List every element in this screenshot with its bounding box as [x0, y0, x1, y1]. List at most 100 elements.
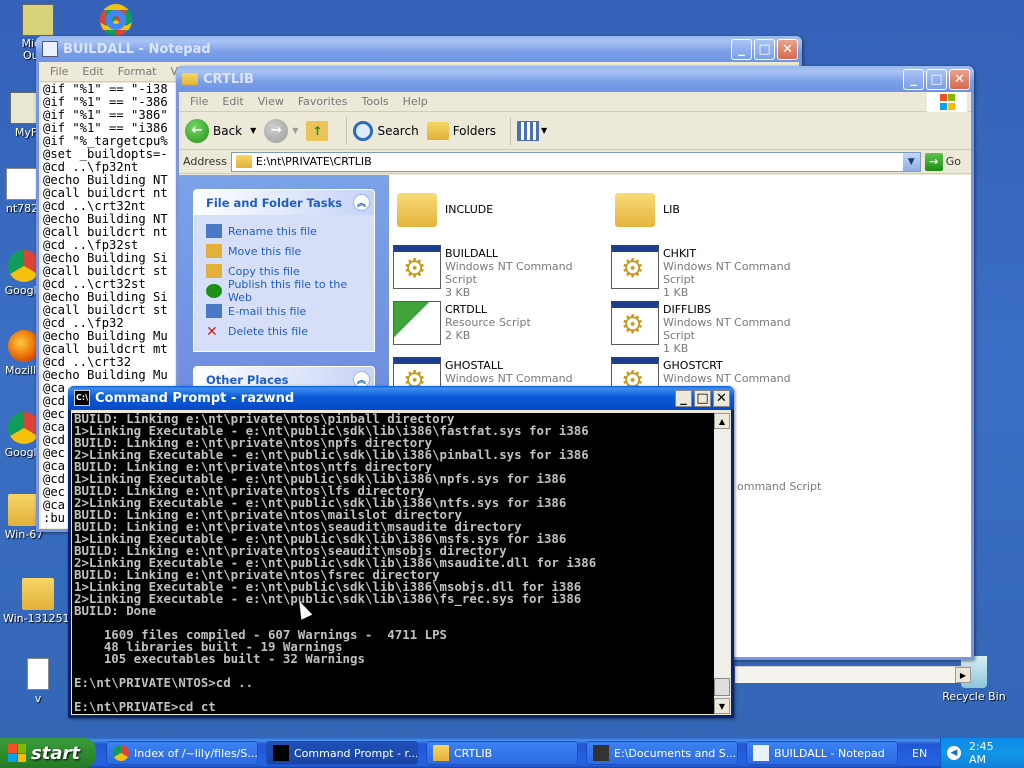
forward-button[interactable]: → ▼	[264, 118, 298, 143]
delete-icon: ✕	[206, 324, 218, 340]
file-type: Resource Script	[445, 316, 531, 329]
task-link[interactable]: E-mail this file	[206, 301, 364, 321]
file-item[interactable]: CHKITWindows NT Command Script1 KB	[611, 245, 821, 299]
system-tray: ◀ 2:45 AM	[940, 738, 1024, 768]
chevron-down-icon[interactable]: ▼	[292, 126, 298, 135]
folder-icon	[615, 193, 655, 227]
file-info: CHKIT Windows NT Command Script 1 KB	[663, 245, 821, 299]
file-item[interactable]: CRTDLL Resource Script 2 KB	[393, 301, 603, 351]
language-indicator[interactable]: EN	[912, 747, 938, 760]
maximize-button[interactable]: □	[694, 389, 711, 407]
go-button[interactable]: Go	[946, 155, 961, 168]
folders-icon	[426, 121, 449, 140]
menu-file[interactable]: File	[43, 65, 75, 78]
views-icon	[517, 120, 540, 141]
tasks-header[interactable]: File and Folder Tasks ︽	[194, 190, 374, 215]
address-input[interactable]: E:\nt\PRIVATE\CRTLIB ▼	[230, 151, 921, 172]
explorer-menubar: File Edit View Favorites Tools Help	[179, 92, 971, 112]
up-button[interactable]: ↑	[306, 120, 332, 141]
document-icon	[6, 168, 38, 200]
file-type: Windows NT Command Script	[663, 260, 791, 286]
command-script-icon	[611, 301, 659, 345]
start-button[interactable]: start	[0, 738, 96, 768]
explorer-toolbar: ← Back ▼ → ▼ ↑ Search Folders ▼	[179, 112, 971, 150]
notepad-titlebar[interactable]: BUILDALL - Notepad _ □ ✕	[36, 36, 802, 62]
task-link-label: Publish this file to the Web	[228, 278, 348, 304]
search-icon	[353, 120, 374, 141]
desktop-icon-win131251[interactable]: Win-131251.	[0, 578, 76, 625]
task-link[interactable]: Move this file	[206, 241, 364, 261]
folders-label: Folders	[452, 123, 497, 138]
views-button[interactable]: ▼	[517, 120, 548, 141]
menu-format[interactable]: Format	[111, 65, 164, 78]
command-prompt-window[interactable]: C:\ Command Prompt - razwnd _ □ ✕ BUILD:…	[68, 386, 734, 718]
clock[interactable]: 2:45 AM	[969, 740, 1014, 766]
console-output[interactable]: BUILD: Linking e:\nt\private\ntos\pinbal…	[72, 413, 715, 714]
close-button[interactable]: ✕	[713, 389, 730, 407]
taskbar-button-label: Index of /~lily/files/S...	[134, 746, 258, 760]
other-places-title: Other Places	[206, 372, 289, 387]
folder-up-icon: ↑	[306, 120, 329, 141]
menu-edit[interactable]: Edit	[75, 65, 110, 78]
close-button[interactable]: ✕	[949, 68, 970, 90]
file-item[interactable]: DIFFLIBSWindows NT Command Script1 KB	[611, 301, 821, 355]
chevron-down-icon[interactable]: ▼	[902, 152, 920, 171]
collapse-icon[interactable]: ︽	[353, 194, 370, 211]
file-item[interactable]: LIB	[611, 189, 821, 239]
taskbar-button[interactable]: Index of /~lily/files/S...	[106, 741, 258, 765]
scroll-thumb[interactable]	[714, 678, 730, 696]
menu-file[interactable]: File	[183, 95, 215, 108]
maximize-button[interactable]: □	[926, 68, 947, 90]
minimize-button[interactable]: _	[675, 389, 692, 407]
taskbar-button[interactable]: Command Prompt - r...	[266, 741, 418, 765]
menu-tools[interactable]: Tools	[355, 95, 396, 108]
taskbar-button[interactable]: BUILDALL - Notepad	[746, 741, 898, 765]
task-link-label: Move this file	[228, 244, 302, 258]
cmd-icon	[273, 745, 289, 761]
search-button[interactable]: Search	[353, 120, 419, 141]
minimize-button[interactable]: _	[903, 68, 924, 90]
file-item[interactable]: BUILDALLWindows NT Command Script3 KB	[393, 245, 603, 299]
file-name: GHOSTALL	[445, 359, 504, 372]
desktop-icon-label: Win-131251.	[2, 612, 74, 625]
desktop-icon-label: nt782	[5, 202, 39, 215]
taskbar: start Index of /~lily/files/S... Command …	[0, 738, 1024, 768]
menu-edit[interactable]: Edit	[215, 95, 250, 108]
file-item[interactable]: INCLUDE	[393, 189, 603, 239]
taskbar-button[interactable]: CRTLIB	[426, 741, 578, 765]
minimize-button[interactable]: _	[731, 38, 752, 60]
scroll-up-button[interactable]: ▲	[714, 413, 730, 429]
file-info: INCLUDE	[445, 189, 493, 216]
task-list: Rename this file Move this file Copy this …	[194, 215, 374, 351]
menu-view[interactable]: View	[251, 95, 291, 108]
close-button[interactable]: ✕	[777, 38, 798, 60]
desktop-icon-v[interactable]: v	[0, 658, 76, 705]
taskbar-button[interactable]: E:\Documents and S...	[586, 741, 738, 765]
chevron-left-icon[interactable]: ◀	[947, 746, 961, 760]
menu-help[interactable]: Help	[396, 95, 435, 108]
file-folder-tasks-panel: File and Folder Tasks ︽ Rename this file…	[193, 189, 375, 352]
back-button[interactable]: ← Back ▼	[185, 118, 256, 143]
go-arrow-icon[interactable]: →	[924, 152, 943, 171]
file-size: 2 KB	[445, 329, 471, 342]
explorer-titlebar[interactable]: CRTLIB _ □ ✕	[176, 66, 974, 92]
desktop-icon-label: Recycle Bin	[942, 690, 1006, 703]
menu-favorites[interactable]: Favorites	[291, 95, 355, 108]
vertical-scrollbar[interactable]: ▲ ▼	[714, 413, 730, 714]
chevron-down-icon[interactable]: ▼	[250, 126, 256, 135]
window-title: CRTLIB	[203, 71, 254, 87]
maximize-button[interactable]: □	[754, 38, 775, 60]
scroll-down-button[interactable]: ▼	[714, 698, 730, 714]
horizontal-scrollbar[interactable]: ▶	[735, 666, 971, 683]
task-link[interactable]: Publish this file to the Web	[206, 278, 364, 304]
scroll-right-button[interactable]: ▶	[955, 667, 971, 683]
chevron-down-icon: ▼	[541, 126, 548, 135]
chrome-icon	[113, 745, 129, 761]
desktop-icon-chrome[interactable]	[78, 4, 154, 38]
task-link[interactable]: ✕ Delete this file	[206, 321, 364, 341]
task-link[interactable]: Rename this file	[206, 221, 364, 241]
cmd-titlebar[interactable]: C:\ Command Prompt - razwnd _ □ ✕	[68, 386, 734, 410]
folders-button[interactable]: Folders	[426, 121, 497, 140]
address-value: E:\nt\PRIVATE\CRTLIB	[255, 155, 372, 168]
task-link-label: Copy this file	[228, 264, 300, 278]
